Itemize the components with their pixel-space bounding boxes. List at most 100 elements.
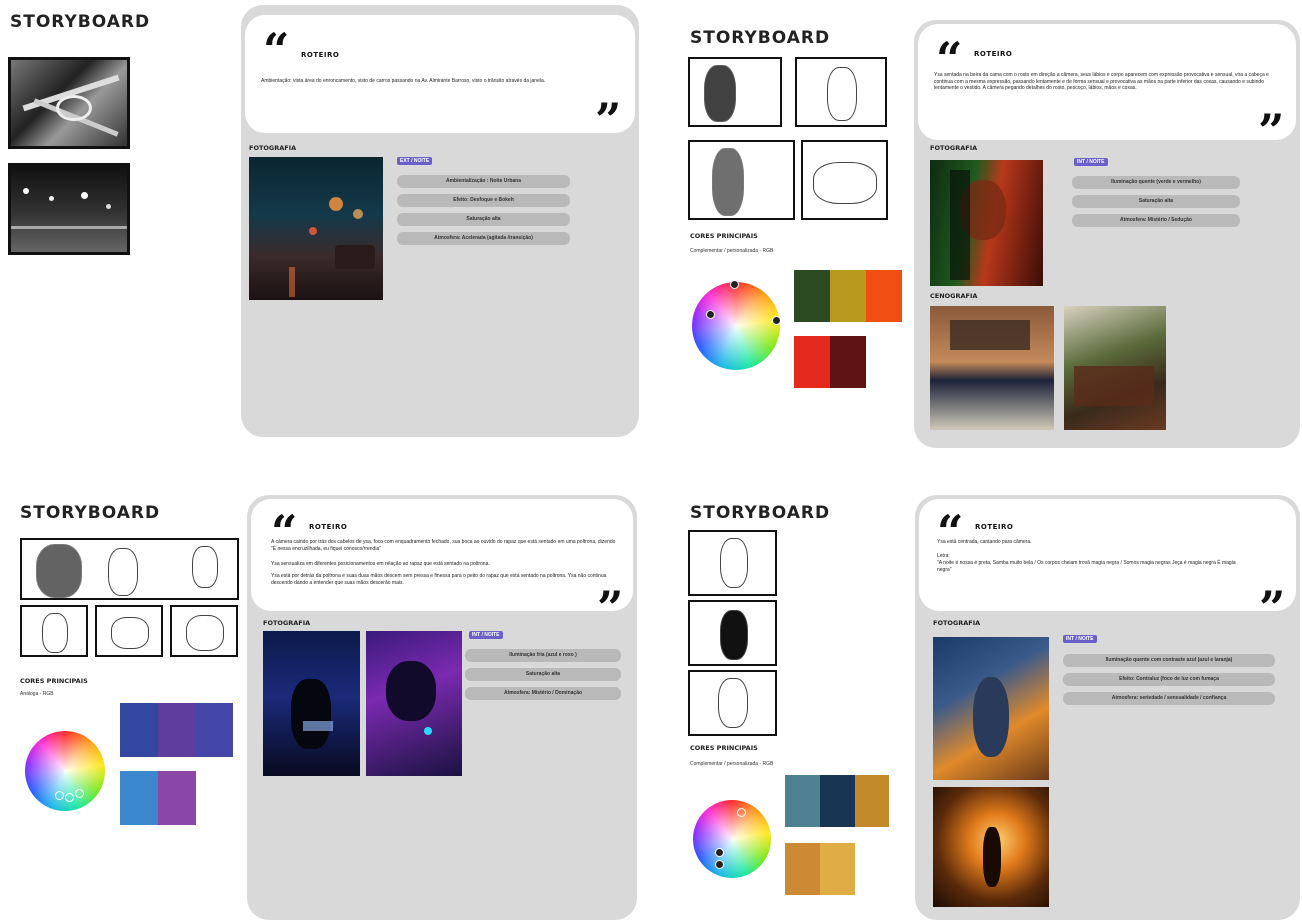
cores-label: CORES PRINCIPAIS (690, 232, 758, 240)
script-box: “ ROTEIRO A câmera caindo por trás dos c… (251, 499, 633, 631)
sketch-figure (108, 548, 138, 596)
sketch-figure (192, 546, 218, 588)
attribute-pill: Saturação alta (465, 668, 621, 681)
color-swatch (158, 703, 196, 757)
roteiro-label: ROTEIRO (301, 51, 340, 59)
script-text: Ysa sensualiza em diferentes posicioname… (271, 561, 490, 567)
attribute-pill: Efeito: Contraluz (foco de luz com fumaç… (1063, 673, 1275, 686)
opening-quote-icon: “ (937, 505, 964, 559)
photo-street-night (249, 157, 383, 300)
color-swatch (785, 775, 820, 827)
sketch-figure (827, 67, 857, 121)
sketch-figure (712, 148, 744, 216)
cores-sub-label: Complementar / personalizada - RGB (690, 248, 774, 254)
storyboard-frame (801, 140, 888, 220)
cores-label: CORES PRINCIPAIS (20, 677, 88, 685)
storyboard-frame (688, 57, 782, 127)
script-box: “ ROTEIRO Ysa está centrada, cantando pa… (919, 499, 1296, 631)
sketch-figure (720, 538, 748, 588)
photo-couple-purple (366, 631, 462, 776)
scene-tag: INT / NOITE (469, 631, 503, 639)
script-text: Letra: (937, 553, 950, 559)
attribute-pill: Atmosfera: Mistério / Sedução (1072, 214, 1240, 227)
storyboard-title: STORYBOARD (10, 12, 151, 32)
color-swatch (866, 270, 902, 322)
photo-plant-room (1064, 306, 1166, 430)
photo-bedroom (930, 306, 1054, 430)
scene-card: “ ROTEIRO Ambientação: vista área do enr… (241, 5, 639, 437)
script-text: "A noite é nossa é preta, Samba muito be… (937, 560, 1236, 573)
attribute-pill: Atmosfera: Mistério / Dominação (465, 687, 621, 700)
fotografia-label: FOTOGRAFIA (930, 144, 978, 152)
closing-quote-icon: ” (595, 93, 622, 147)
script-text: Ysa está centrada, cantando para câmera. (937, 539, 1032, 545)
scene-card: “ ROTEIRO Ysa sentada na beira da cama c… (914, 20, 1300, 448)
photo-silhouette-light (933, 787, 1049, 907)
scene-tag: INT / NOITE (1063, 635, 1097, 643)
sketch-figure (813, 162, 877, 204)
cores-sub-label: Análoga - RGB (20, 691, 54, 697)
roteiro-label: ROTEIRO (309, 523, 348, 531)
color-swatch (120, 703, 158, 757)
sketch-figure (704, 65, 736, 122)
photo-woman-blue (263, 631, 360, 776)
attribute-pill: Ambientalização : Noite Urbana (397, 175, 570, 188)
color-swatch (785, 843, 820, 895)
color-swatch (820, 775, 855, 827)
sketch-figure (42, 613, 68, 653)
fotografia-label: FOTOGRAFIA (263, 619, 311, 627)
photo-woman-orange-blue (933, 637, 1049, 780)
sketch-figure (36, 544, 82, 598)
storyboard-title: STORYBOARD (20, 503, 161, 523)
closing-quote-icon: ” (597, 581, 624, 635)
closing-quote-icon: ” (1259, 581, 1286, 635)
storyboard-frame (688, 140, 795, 220)
opening-quote-icon: “ (263, 23, 290, 77)
sketch-figure (186, 615, 224, 651)
photo-woman-red-green (930, 160, 1043, 286)
color-swatch (196, 703, 233, 757)
storyboard-title: STORYBOARD (690, 503, 831, 523)
color-swatch (158, 771, 196, 825)
storyboard-frame (20, 538, 239, 600)
color-wheel-icon (25, 731, 105, 811)
storyboard-title: STORYBOARD (690, 28, 831, 48)
storyboard-frame (8, 57, 130, 149)
color-swatch (855, 775, 889, 827)
color-swatch (820, 843, 855, 895)
fotografia-label: FOTOGRAFIA (249, 144, 297, 152)
cores-sub-label: Complementar / personalizada - RGB (690, 761, 774, 767)
color-wheel-icon (692, 280, 781, 370)
attribute-pill: Saturação alta (1072, 195, 1240, 208)
color-swatch (794, 336, 830, 388)
storyboard-frame (688, 600, 777, 666)
cenografia-label: CENOGRAFIA (930, 292, 978, 300)
color-swatch (830, 270, 866, 322)
sketch-figure (718, 678, 748, 728)
storyboard-frame (688, 530, 777, 596)
cores-label: CORES PRINCIPAIS (690, 744, 758, 752)
storyboard-frame (795, 57, 887, 127)
roteiro-label: ROTEIRO (975, 523, 1014, 531)
attribute-pill: Atmosfera: Acelerada (agitada /transição… (397, 232, 570, 245)
attribute-pill: Efeito: Desfoque e Bokeh (397, 194, 570, 207)
closing-quote-icon: ” (1258, 104, 1285, 158)
scene-card: “ ROTEIRO A câmera caindo por trás dos c… (247, 495, 637, 920)
storyboard-frame (688, 670, 777, 736)
attribute-pill: Iluminação fria (azul e roxo ) (465, 649, 621, 662)
attribute-pill: Iluminação quente (verde e vermelho) (1072, 176, 1240, 189)
script-text: Ysa está por detrás da poltrona e suas d… (271, 573, 607, 586)
script-text: Ambientação: vista área do enroncamento,… (261, 78, 546, 84)
storyboard-frame (20, 605, 88, 657)
color-swatch (120, 771, 158, 825)
fotografia-label: FOTOGRAFIA (933, 619, 981, 627)
color-swatch (794, 270, 830, 322)
scene-card: “ ROTEIRO Ysa está centrada, cantando pa… (915, 495, 1300, 920)
storyboard-frame (95, 605, 163, 657)
color-wheel-icon (693, 800, 771, 878)
script-text: A câmera caindo por trás dos cabelos de … (271, 539, 616, 552)
script-box: “ ROTEIRO Ambientação: vista área do enr… (245, 15, 635, 143)
attribute-pill: Iluminação quente com contraste azul (az… (1063, 654, 1275, 667)
attribute-pill: Atmosfera: seriedade / sensualidade / co… (1063, 692, 1275, 705)
scene-tag: INT / NOITE (1074, 158, 1108, 166)
